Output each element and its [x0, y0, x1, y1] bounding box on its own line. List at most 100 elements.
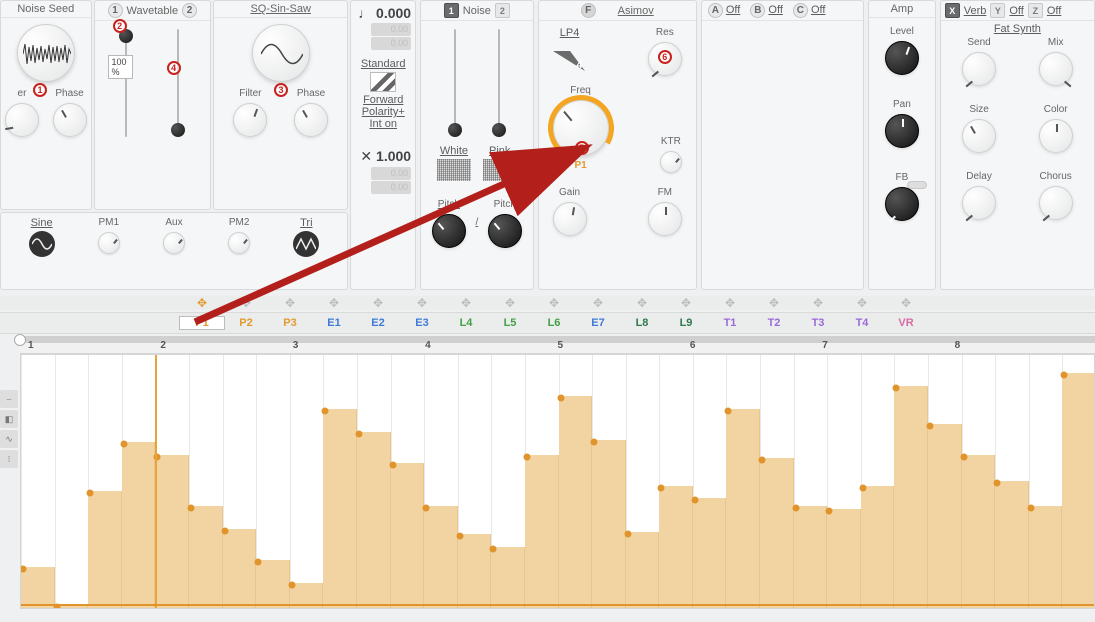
seq-step-dot-11[interactable] — [355, 431, 362, 438]
fx-slot-y[interactable]: Y — [990, 3, 1005, 18]
polarity-link[interactable]: Polarity+ — [351, 106, 415, 118]
seq-step-21[interactable] — [693, 498, 727, 608]
filter-gain-knob[interactable] — [553, 202, 587, 236]
seq-step-29[interactable] — [962, 455, 996, 608]
osc1-sine-link[interactable]: Sine — [31, 217, 53, 229]
noise-slot-2[interactable]: 2 — [495, 3, 510, 18]
readout-b1[interactable]: 0.00 — [371, 167, 411, 180]
seq-step-dot-20[interactable] — [658, 484, 665, 491]
tab-VR[interactable]: VR — [884, 317, 928, 329]
seq-step-17[interactable] — [559, 396, 593, 608]
tab-L6[interactable]: L6 — [532, 317, 576, 329]
tab-L5[interactable]: L5 — [488, 317, 532, 329]
fx-y-off[interactable]: Off — [1009, 5, 1023, 17]
tab-handle-T1[interactable]: ✥ — [708, 296, 752, 310]
amp-pan-knob[interactable] — [885, 114, 919, 148]
noise-slider-2[interactable] — [492, 29, 506, 137]
osc1-seed-knob[interactable] — [17, 24, 75, 82]
seq-step-dot-27[interactable] — [893, 385, 900, 392]
seq-step-dot-9[interactable] — [288, 581, 295, 588]
seq-step-16[interactable] — [525, 455, 559, 608]
seq-step-6[interactable] — [189, 506, 223, 608]
seq-step-dot-28[interactable] — [927, 423, 934, 430]
fx-size-knob[interactable] — [962, 119, 996, 153]
seq-step-dot-15[interactable] — [490, 545, 497, 552]
tab-L9[interactable]: L9 — [664, 317, 708, 329]
tab-handle-E7[interactable]: ✥ — [576, 296, 620, 310]
sine-wave-icon[interactable] — [29, 231, 55, 257]
slot-b-off[interactable]: Off — [768, 4, 782, 16]
seq-step-1[interactable] — [21, 567, 55, 608]
noise-slot-1[interactable]: 1 — [444, 3, 459, 18]
filter-type-icon[interactable]: 4 — [553, 45, 587, 73]
forward-link[interactable]: Forward — [351, 94, 415, 106]
seq-step-dot-29[interactable] — [960, 454, 967, 461]
tab-P1[interactable]: P1 — [180, 317, 224, 329]
filter-fm-knob[interactable] — [648, 202, 682, 236]
play-start-marker[interactable] — [14, 334, 26, 346]
seq-step-dot-19[interactable] — [624, 530, 631, 537]
filter-freq-knob[interactable] — [553, 100, 609, 156]
tab-E3[interactable]: E3 — [400, 317, 444, 329]
seq-step-dot-10[interactable] — [322, 408, 329, 415]
seq-step-22[interactable] — [726, 409, 760, 608]
seq-step-18[interactable] — [592, 440, 626, 608]
slot-c-off[interactable]: Off — [811, 4, 825, 16]
amp-fb-knob[interactable] — [885, 187, 919, 221]
seq-tool-4[interactable]: ⁝ — [0, 450, 18, 468]
seq-step-13[interactable] — [424, 506, 458, 608]
pink-link[interactable]: Pink — [489, 145, 510, 157]
seq-step-11[interactable] — [357, 432, 391, 608]
tab-T4[interactable]: T4 — [840, 317, 884, 329]
seq-step-dot-22[interactable] — [725, 408, 732, 415]
tab-handle-P1[interactable]: ✥ — [180, 296, 224, 310]
seq-step-12[interactable] — [391, 463, 425, 608]
readout-a1[interactable]: 0.00 — [371, 23, 411, 36]
tab-handle-T2[interactable]: ✥ — [752, 296, 796, 310]
inton-link[interactable]: Int on — [351, 118, 415, 130]
seq-step-dot-14[interactable] — [456, 533, 463, 540]
seq-step-dot-26[interactable] — [859, 484, 866, 491]
mult-value[interactable]: 1.000 — [376, 148, 411, 164]
noise-pitch1-label[interactable]: Pitch — [438, 199, 460, 210]
amp-level-knob[interactable] — [885, 41, 919, 75]
seq-step-dot-4[interactable] — [120, 441, 127, 448]
seq-step-dot-18[interactable] — [591, 438, 598, 445]
tab-handle-E3[interactable]: ✥ — [400, 296, 444, 310]
tab-handle-T3[interactable]: ✥ — [796, 296, 840, 310]
noise-slider-1[interactable] — [448, 29, 462, 137]
seq-step-19[interactable] — [626, 532, 660, 609]
fx-slot-z[interactable]: Z — [1028, 3, 1043, 18]
tab-handle-T4[interactable]: ✥ — [840, 296, 884, 310]
osc1-phase-knob[interactable] — [53, 103, 87, 137]
tab-handle-VR[interactable]: ✥ — [884, 296, 928, 310]
tab-handle-E2[interactable]: ✥ — [356, 296, 400, 310]
filter-name[interactable]: Asimov — [618, 5, 654, 17]
seq-step-31[interactable] — [1029, 506, 1063, 608]
wavetable-icon[interactable] — [370, 72, 396, 92]
fx-send-knob[interactable] — [962, 52, 996, 86]
tab-P2[interactable]: P2 — [224, 317, 268, 329]
tab-E1[interactable]: E1 — [312, 317, 356, 329]
seq-step-10[interactable] — [323, 409, 357, 608]
tab-P3[interactable]: P3 — [268, 317, 312, 329]
amp-fb-toggle[interactable] — [907, 181, 927, 189]
osc1-pm1b-knob[interactable] — [98, 232, 120, 254]
seq-step-dot-12[interactable] — [389, 461, 396, 468]
tab-handle-L8[interactable]: ✥ — [620, 296, 664, 310]
seq-step-26[interactable] — [861, 486, 895, 608]
tab-T3[interactable]: T3 — [796, 317, 840, 329]
osc2-pct-slider[interactable]: 100 % — [119, 29, 133, 137]
seq-step-20[interactable] — [659, 486, 693, 608]
tab-handle-L4[interactable]: ✥ — [444, 296, 488, 310]
timeline-ruler[interactable]: 12345678 — [20, 336, 1095, 354]
osc1-er-knob[interactable] — [5, 103, 39, 137]
seq-step-3[interactable] — [88, 491, 122, 608]
osc3-shape-knob[interactable] — [252, 24, 310, 82]
slot-a[interactable]: A — [708, 3, 723, 18]
seq-step-dot-30[interactable] — [994, 479, 1001, 486]
osc1-tri-link[interactable]: Tri — [300, 217, 312, 229]
seq-step-8[interactable] — [256, 560, 290, 608]
seq-step-dot-3[interactable] — [87, 489, 94, 496]
osc2-slot-1[interactable]: 1 — [108, 3, 123, 18]
